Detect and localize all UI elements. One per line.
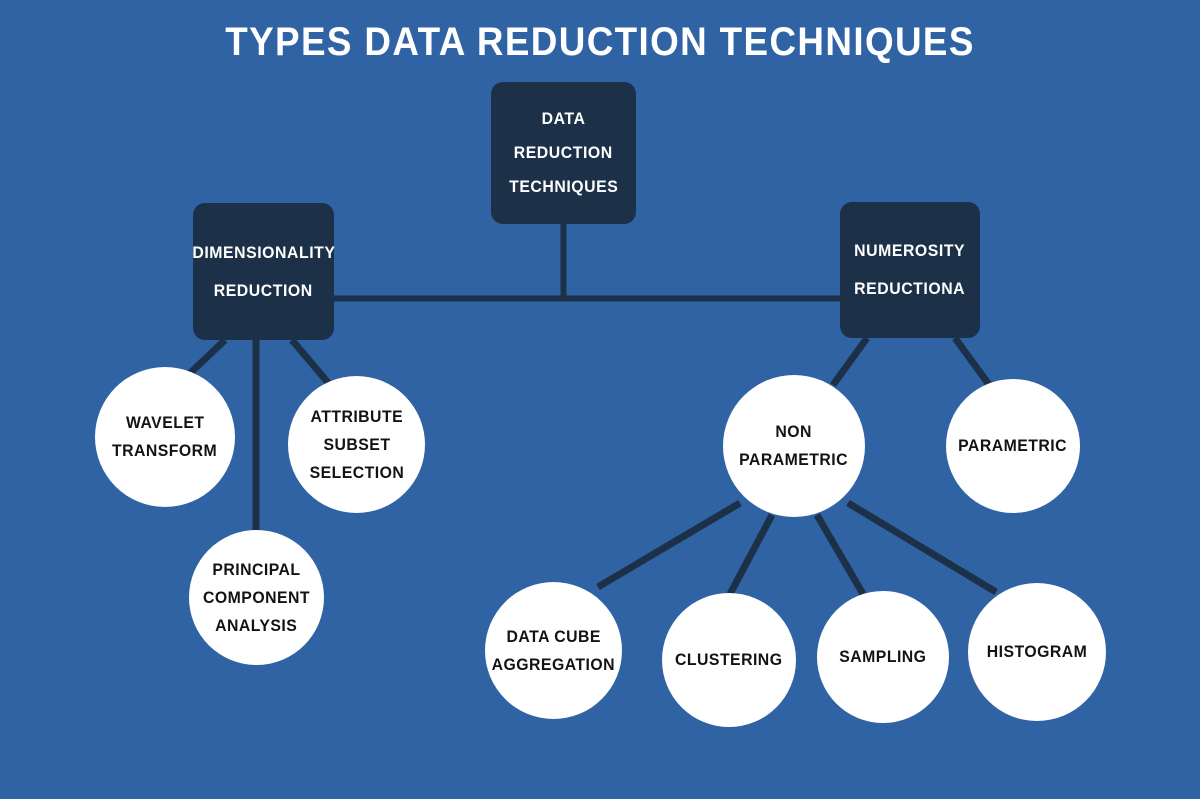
node-label-line-1: NUMEROSITY (854, 241, 966, 260)
node-label-line-2: TRANSFORM (112, 441, 218, 460)
node-numerosity-reduction[interactable]: NUMEROSITY REDUCTIONA (840, 202, 980, 338)
node-label-line-1: DATA CUBE (506, 626, 601, 646)
diagram-canvas: TYPES DATA REDUCTION TECHNIQUES DATA RED… (0, 0, 1200, 799)
link-nonparam-to-datacube (596, 499, 742, 591)
node-histogram[interactable]: HISTOGRAM (968, 583, 1106, 721)
node-label-line-1: DATA (541, 109, 586, 128)
node-data-reduction-techniques[interactable]: DATA REDUCTION TECHNIQUES (491, 82, 636, 224)
node-label-line-2: COMPONENT (203, 587, 310, 607)
node-label-line-3: TECHNIQUES (508, 177, 619, 196)
node-label-line-3: ANALYSIS (215, 615, 298, 635)
node-label-line-1: PARAMETRIC (958, 436, 1068, 455)
node-label-line-2: AGGREGATION (491, 654, 616, 674)
node-label-line-3: SELECTION (309, 462, 404, 482)
node-data-cube-aggregation[interactable]: DATA CUBE AGGREGATION (485, 582, 622, 719)
node-label-line-2: SUBSET (323, 434, 390, 454)
node-label-line-1: ATTRIBUTE (310, 406, 403, 426)
node-label-line-2: PARAMETRIC (739, 450, 849, 469)
link-nonparam-to-sampling (813, 513, 867, 596)
link-num-to-nonparametric (830, 335, 870, 388)
node-sampling[interactable]: SAMPLING (817, 591, 949, 723)
node-principal-component-analysis[interactable]: PRINCIPAL COMPONENT ANALYSIS (189, 530, 324, 665)
node-non-parametric[interactable]: NON PARAMETRIC (723, 375, 865, 517)
node-label-line-1: HISTOGRAM (986, 642, 1088, 661)
node-clustering[interactable]: CLUSTERING (662, 593, 796, 727)
node-attribute-subset-selection[interactable]: ATTRIBUTE SUBSET SELECTION (288, 376, 425, 513)
link-num-to-parametric (952, 335, 993, 389)
node-label-line-1: WAVELET (125, 413, 205, 432)
node-dimensionality-reduction[interactable]: DIMENSIONALITY REDUCTION (191, 203, 336, 340)
node-label-line-2: REDUCTION (513, 143, 614, 162)
node-label-line-1: NON (775, 422, 813, 441)
link-nonparam-to-histogram (846, 500, 998, 595)
node-label-line-1: PRINCIPAL (212, 559, 301, 579)
node-label-line-1: CLUSTERING (675, 650, 783, 669)
link-dim-to-attribute (289, 337, 333, 388)
node-label-line-2: REDUCTIONA (854, 279, 966, 298)
node-label-line-1: SAMPLING (839, 647, 927, 666)
link-nonparam-to-clustering (726, 513, 776, 596)
node-parametric[interactable]: PARAMETRIC (946, 379, 1080, 513)
node-wavelet-transform[interactable]: WAVELET TRANSFORM (95, 367, 235, 507)
node-label-line-1: DIMENSIONALITY (191, 242, 336, 262)
node-label-line-2: REDUCTION (213, 280, 314, 300)
